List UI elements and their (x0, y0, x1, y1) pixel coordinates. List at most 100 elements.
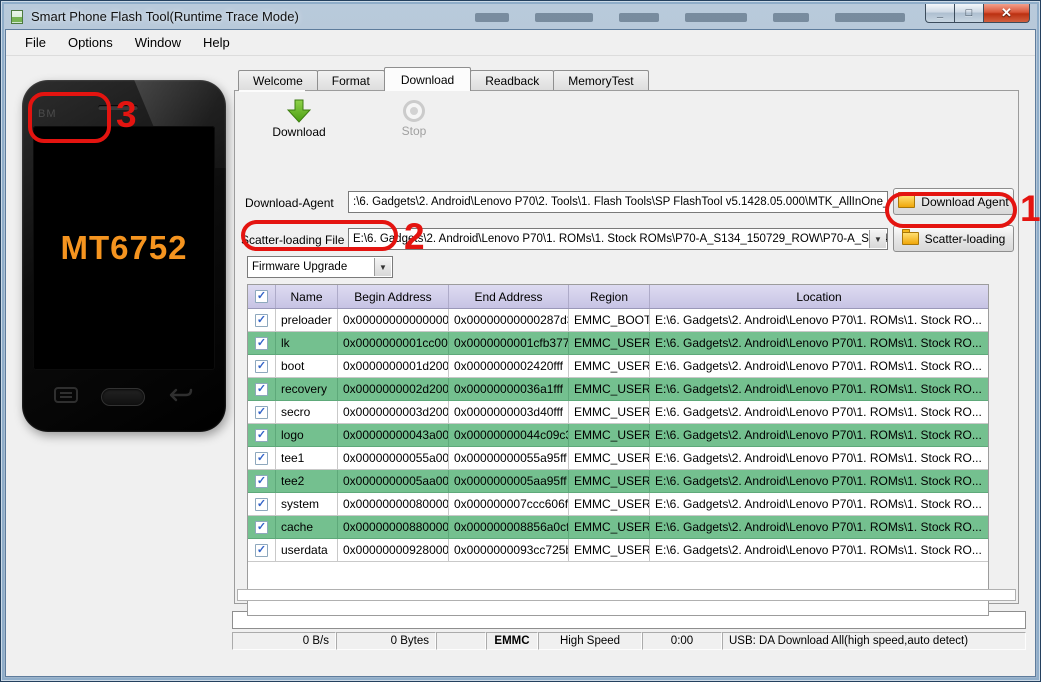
download-agent-input[interactable]: :\6. Gadgets\2. Android\Lenovo P70\2. To… (348, 191, 888, 213)
table-row[interactable]: ✓ logo0x00000000043a00000x00000000044c09c… (248, 424, 988, 447)
stop-button[interactable]: Stop (383, 97, 445, 143)
home-softkey-icon (101, 388, 145, 406)
menu-window[interactable]: Window (124, 32, 192, 53)
cell-location: E:\6. Gadgets\2. Android\Lenovo P70\1. R… (655, 382, 982, 396)
table-row[interactable]: ✓ userdata0x00000000928000000x0000000093c… (248, 539, 988, 562)
cell-location: E:\6. Gadgets\2. Android\Lenovo P70\1. R… (655, 313, 982, 327)
cell-end-address: 0x0000000005aa95ff (449, 470, 569, 492)
panel-progress-strip (237, 589, 1016, 601)
row-checkbox[interactable]: ✓ (255, 313, 268, 327)
annotation-number-2: 2 (404, 216, 425, 257)
cell-name: secro (276, 401, 338, 423)
cell-begin-address: 0x0000000005aa0000 (338, 470, 449, 492)
phone-softkeys (22, 380, 226, 414)
cell-checkbox: ✓ (248, 493, 276, 515)
table-row[interactable]: ✓ preloader0x00000000000000000x0000000000… (248, 309, 988, 332)
column-header-begin[interactable]: Begin Address (338, 285, 449, 308)
app-window: Smart Phone Flash Tool(Runtime Trace Mod… (0, 0, 1041, 682)
table-row[interactable]: ✓ secro0x0000000003d200000x0000000003d40f… (248, 401, 988, 424)
table-row[interactable]: ✓lk0x0000000001cc00000x0000000001cfb377E… (248, 332, 988, 355)
menu-options[interactable]: Options (57, 32, 124, 53)
scatter-loading-button[interactable]: Scatter-loading (893, 225, 1014, 252)
table-row[interactable]: ✓ recovery0x0000000002d200000x00000000036… (248, 378, 988, 401)
cell-end-address: 0x000000007ccc606f (449, 493, 569, 515)
menu-help[interactable]: Help (192, 32, 241, 53)
scatter-file-dropdown-icon[interactable]: ▼ (869, 230, 886, 248)
download-button[interactable]: Download (263, 97, 335, 143)
maximize-icon: □ (965, 7, 973, 19)
row-checkbox[interactable]: ✓ (255, 543, 268, 557)
status-time: 0:00 (642, 632, 722, 650)
cell-end-address: 0x00000000044c09c3 (449, 424, 569, 446)
tab-underlap (239, 90, 305, 92)
table-row[interactable]: ✓ system0x00000000080000000x000000007ccc6… (248, 493, 988, 516)
tab-readback[interactable]: Readback (470, 70, 555, 91)
cell-end-address: 0x000000008856a0cf (449, 516, 569, 538)
cell-region: EMMC_USER (569, 355, 650, 377)
cell-checkbox: ✓ (248, 332, 276, 354)
column-header-region[interactable]: Region (569, 285, 650, 308)
annotation-number-1: 1 (1020, 188, 1041, 229)
tab-memorytest[interactable]: MemoryTest (553, 70, 649, 91)
tab-format[interactable]: Format (316, 70, 385, 91)
status-usb-mode: High Speed (538, 632, 642, 650)
phone-brand-label: BM (38, 108, 57, 120)
cell-begin-address: 0x0000000088000000 (338, 516, 449, 538)
column-header-name[interactable]: Name (276, 285, 338, 308)
cell-region: EMMC_USER (569, 516, 650, 538)
scatter-file-combobox[interactable]: E:\6. Gadgets\2. Android\Lenovo P70\1. R… (348, 228, 888, 250)
cell-checkbox: ✓ (248, 378, 276, 400)
download-agent-browse-button[interactable]: Download Agent (893, 188, 1014, 215)
cell-checkbox: ✓ (248, 355, 276, 377)
close-button[interactable]: ✕ (984, 4, 1030, 23)
cell-location: E:\6. Gadgets\2. Android\Lenovo P70\1. R… (655, 451, 982, 465)
cell-begin-address: 0x0000000003d20000 (338, 401, 449, 423)
titlebar[interactable]: Smart Phone Flash Tool(Runtime Trace Mod… (5, 4, 1036, 29)
row-checkbox[interactable]: ✓ (255, 405, 268, 419)
table-row[interactable]: ✓ cache0x00000000880000000x000000008856a0… (248, 516, 988, 539)
download-agent-label: Download-Agent (245, 196, 334, 210)
select-all-checkbox[interactable]: ✓ (255, 290, 268, 303)
menu-file[interactable]: File (14, 32, 57, 53)
row-checkbox[interactable]: ✓ (255, 336, 268, 350)
stop-button-label: Stop (401, 124, 427, 138)
cell-checkbox: ✓ (248, 401, 276, 423)
cell-region: EMMC_BOOT_1 (569, 309, 650, 331)
cell-name: logo (276, 424, 338, 446)
cell-location: E:\6. Gadgets\2. Android\Lenovo P70\1. R… (655, 359, 982, 373)
cell-end-address: 0x0000000001cfb377 (449, 332, 569, 354)
row-checkbox[interactable]: ✓ (255, 428, 268, 442)
table-row[interactable]: ✓ boot0x0000000001d200000x0000000002420ff… (248, 355, 988, 378)
minimize-button[interactable]: _ (925, 4, 955, 23)
row-checkbox[interactable]: ✓ (255, 382, 268, 396)
row-checkbox[interactable]: ✓ (255, 520, 268, 534)
row-checkbox[interactable]: ✓ (255, 451, 268, 465)
cell-region: EMMC_USER (569, 447, 650, 469)
cell-location: E:\6. Gadgets\2. Android\Lenovo P70\1. R… (655, 336, 982, 350)
maximize-button[interactable]: □ (955, 4, 984, 23)
column-header-location[interactable]: Location (650, 285, 988, 308)
tab-download[interactable]: Download (383, 67, 472, 91)
mode-select[interactable]: Firmware Upgrade ▼ (247, 256, 393, 278)
row-checkbox[interactable]: ✓ (255, 359, 268, 373)
back-softkey-icon (168, 386, 194, 409)
tab-welcome[interactable]: Welcome (238, 70, 318, 91)
cell-name: tee2 (276, 470, 338, 492)
tab-bar: Welcome Format Download Readback MemoryT… (238, 67, 649, 91)
status-speed: 0 B/s (232, 632, 336, 650)
table-row[interactable]: ✓ tee20x0000000005aa00000x0000000005aa95f… (248, 470, 988, 493)
partition-table: ✓ Name Begin Address End Address Region … (247, 284, 989, 616)
app-icon (9, 9, 25, 25)
folder-icon (898, 192, 916, 208)
row-checkbox[interactable]: ✓ (255, 497, 268, 511)
cell-end-address: 0x0000000003d40fff (449, 401, 569, 423)
column-header-end[interactable]: End Address (449, 285, 569, 308)
cell-location: E:\6. Gadgets\2. Android\Lenovo P70\1. R… (655, 405, 982, 419)
cell-location: E:\6. Gadgets\2. Android\Lenovo P70\1. R… (655, 428, 982, 442)
mode-select-dropdown-icon[interactable]: ▼ (374, 258, 391, 276)
row-checkbox[interactable]: ✓ (255, 474, 268, 488)
cell-region: EMMC_USER (569, 470, 650, 492)
cell-region: EMMC_USER (569, 493, 650, 515)
titlebar-ghost-text (475, 13, 961, 22)
table-row[interactable]: ✓ tee10x00000000055a00000x00000000055a95f… (248, 447, 988, 470)
